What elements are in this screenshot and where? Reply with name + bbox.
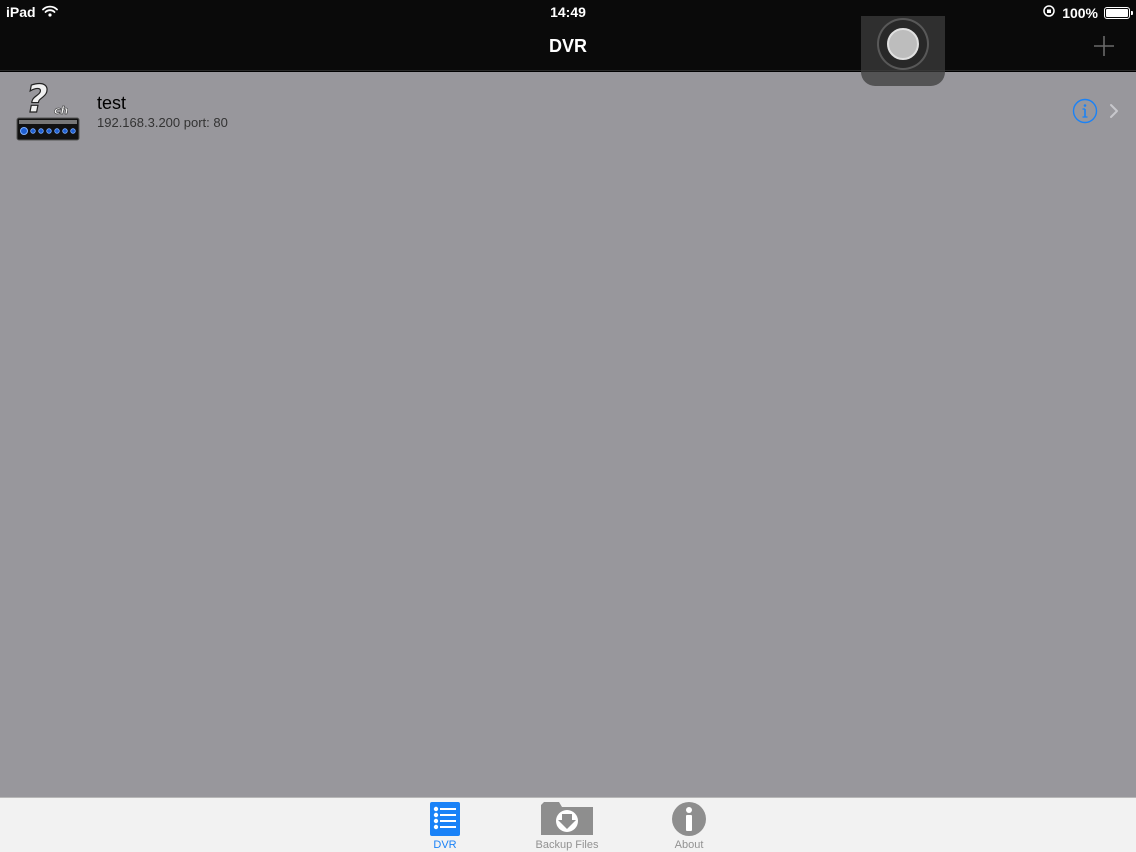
assistive-touch-button[interactable] <box>861 16 945 86</box>
dvr-name: test <box>97 93 127 113</box>
plus-icon <box>1094 36 1114 56</box>
dvr-list-item[interactable]: ? ch test 192.168.3.200 port: 80 <box>0 72 1136 150</box>
svg-text:?: ? <box>26 78 48 121</box>
dvr-address: 192.168.3.200 port: 80 <box>97 115 228 130</box>
chevron-right-icon <box>1108 102 1120 120</box>
folder-download-icon <box>540 801 594 837</box>
add-dvr-button[interactable] <box>1092 34 1116 58</box>
list-icon <box>430 801 460 837</box>
tab-bar: DVR Backup Files About <box>0 797 1136 852</box>
tab-label: Backup Files <box>535 839 599 851</box>
tab-label: About <box>674 839 704 851</box>
status-right: 100% <box>1042 4 1133 21</box>
orientation-lock-icon <box>1042 4 1056 21</box>
tab-backup-files[interactable]: Backup Files <box>517 798 617 852</box>
tab-label: DVR <box>433 839 457 851</box>
nav-title: DVR <box>548 36 587 56</box>
assistive-touch-ring <box>877 18 929 70</box>
tab-dvr[interactable]: DVR <box>395 798 495 852</box>
tab-about[interactable]: About <box>639 798 739 852</box>
status-bar: iPad 14:49 100% <box>0 0 1136 24</box>
info-icon <box>671 801 707 837</box>
battery-percent: 100% <box>1062 4 1098 21</box>
screen: iPad 14:49 100% DVR ? ch test 192.168.3.… <box>0 0 1136 852</box>
status-time: 14:49 <box>550 4 586 20</box>
battery-fill <box>1106 8 1128 17</box>
battery-icon <box>1104 6 1133 19</box>
info-circle-icon <box>1072 98 1098 124</box>
thumb-badge: ch <box>54 104 69 117</box>
dvr-list[interactable]: ? ch test 192.168.3.200 port: 80 <box>0 72 1136 797</box>
dvr-device-icon: ? ch <box>16 76 80 142</box>
nav-bar: DVR <box>0 24 1136 71</box>
dvr-info-button[interactable] <box>1072 98 1098 124</box>
assistive-touch-dot <box>887 28 919 60</box>
